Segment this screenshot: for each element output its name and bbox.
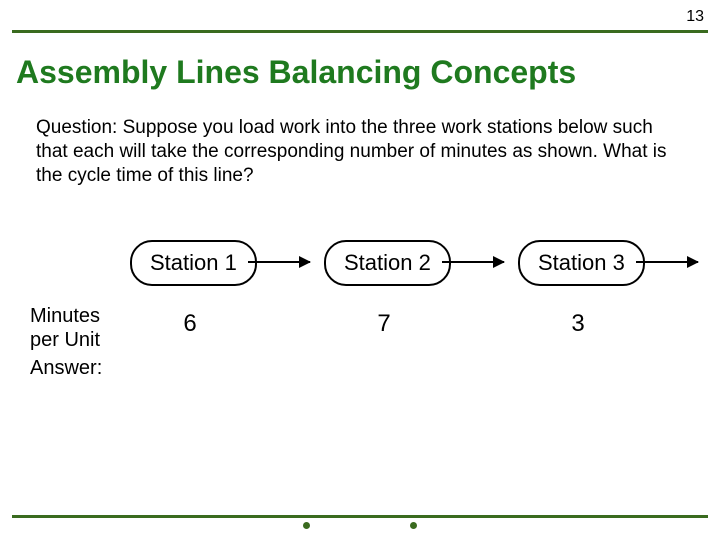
slide-title: Assembly Lines Balancing Concepts [16, 54, 576, 91]
station-3-minutes: 3 [558, 310, 598, 338]
dot-icon [410, 522, 417, 529]
station-2-minutes: 7 [364, 310, 404, 338]
station-diagram: Station 1 Station 2 Station 3 Minutes pe… [0, 240, 720, 390]
minutes-per-unit-label: Minutes per Unit [30, 304, 120, 352]
dot-icon [303, 522, 310, 529]
station-1-minutes: 6 [170, 310, 210, 338]
arrow-icon [442, 261, 504, 263]
top-divider [12, 30, 708, 33]
footer-dots [0, 516, 720, 534]
arrow-icon [248, 261, 310, 263]
station-2-box: Station 2 [324, 240, 451, 286]
question-text: Question: Suppose you load work into the… [36, 116, 680, 187]
station-1-box: Station 1 [130, 240, 257, 286]
station-3-box: Station 3 [518, 240, 645, 286]
answer-label: Answer: [30, 356, 102, 380]
page-number: 13 [686, 8, 704, 26]
arrow-icon [636, 261, 698, 263]
